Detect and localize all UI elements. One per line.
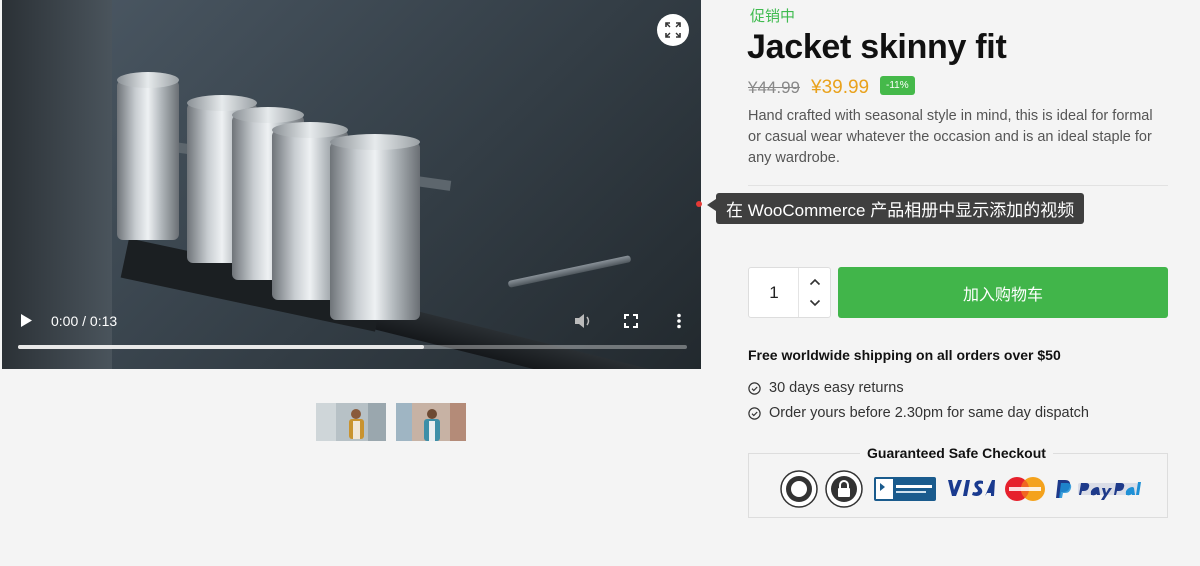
quantity-decrease-button[interactable] bbox=[799, 291, 830, 315]
can bbox=[117, 72, 179, 240]
gallery-thumbnail-2[interactable] bbox=[396, 403, 466, 441]
regular-price: ¥44.99 bbox=[748, 78, 800, 97]
satisfaction-guaranteed-100-badge bbox=[780, 470, 818, 513]
video-time: 0:00 / 0:13 bbox=[51, 313, 117, 329]
product-description: Hand crafted with seasonal style in mind… bbox=[748, 108, 1153, 166]
quantity-stepper[interactable]: 1 bbox=[748, 267, 831, 318]
discount-badge: -11% bbox=[880, 76, 915, 95]
thumbnail-image bbox=[316, 403, 386, 441]
add-to-cart-button[interactable]: 加入购物车 bbox=[838, 267, 1168, 318]
feature-item: Order yours before 2.30pm for same day d… bbox=[748, 405, 1089, 421]
sale-price: ¥39.99 bbox=[811, 77, 870, 98]
volume-icon bbox=[575, 314, 590, 328]
expand-icon bbox=[665, 22, 681, 38]
safe-checkout-title: Guaranteed Safe Checkout bbox=[860, 445, 1053, 461]
chevron-down-icon bbox=[809, 299, 820, 307]
play-button[interactable] bbox=[20, 313, 33, 331]
more-vertical-icon bbox=[677, 313, 681, 329]
more-options-button[interactable] bbox=[676, 313, 682, 332]
product-title: Jacket skinny fit bbox=[747, 28, 1007, 66]
paypal-logo bbox=[1054, 478, 1142, 505]
feature-item: 30 days easy returns bbox=[748, 380, 904, 396]
bbb-accredited-business-badge bbox=[874, 477, 936, 506]
feature-text: 30 days easy returns bbox=[769, 380, 904, 396]
hotspot-marker[interactable] bbox=[696, 201, 702, 207]
video-progress-bar[interactable] bbox=[18, 345, 687, 349]
video-progress-fill bbox=[18, 345, 425, 349]
can bbox=[330, 134, 420, 320]
mastercard-logo bbox=[1004, 476, 1046, 507]
check-circle-icon bbox=[748, 406, 761, 420]
thumbnail-image bbox=[396, 403, 466, 441]
chevron-up-icon bbox=[809, 278, 820, 286]
sale-label: 促销中 bbox=[750, 8, 796, 25]
tooltip: 在 WooCommerce 产品相册中显示添加的视频 bbox=[716, 193, 1085, 224]
gallery-thumbnail-1[interactable] bbox=[316, 403, 386, 441]
quantity-input[interactable]: 1 bbox=[749, 268, 799, 317]
expand-gallery-button[interactable] bbox=[657, 14, 689, 46]
divider bbox=[748, 185, 1168, 186]
feature-text: Order yours before 2.30pm for same day d… bbox=[769, 405, 1089, 421]
time-separator: / bbox=[82, 313, 87, 329]
play-icon bbox=[21, 314, 32, 327]
safe-checkout-box bbox=[748, 453, 1168, 518]
visa-logo bbox=[945, 477, 995, 504]
metal-rod bbox=[507, 255, 632, 288]
mute-button[interactable] bbox=[574, 313, 592, 332]
check-circle-icon bbox=[748, 381, 761, 395]
tooltip-arrow bbox=[707, 199, 716, 211]
total-time: 0:13 bbox=[89, 313, 118, 329]
shipping-headline: Free worldwide shipping on all orders ov… bbox=[748, 347, 1061, 363]
fullscreen-button[interactable] bbox=[624, 314, 638, 331]
fullscreen-icon bbox=[624, 314, 638, 328]
product-video[interactable]: 0:00 / 0:13 bbox=[2, 0, 701, 369]
current-time: 0:00 bbox=[51, 313, 79, 329]
secure-checkout-lock-badge bbox=[825, 470, 863, 513]
